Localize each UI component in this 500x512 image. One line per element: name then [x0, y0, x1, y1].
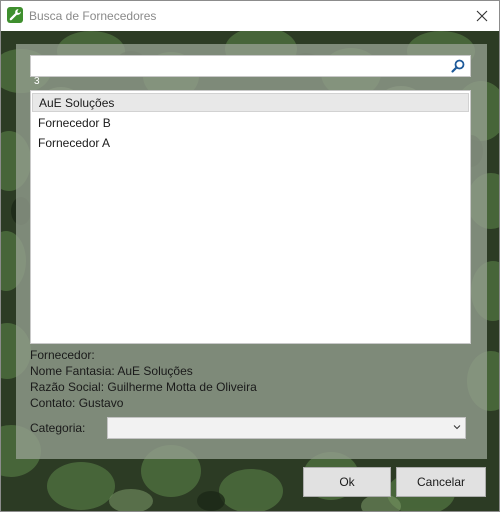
search-icon[interactable] [450, 58, 466, 74]
wrench-icon [7, 7, 23, 23]
supplier-search-window: Busca de Fornecedores 3 AuE Soluções For… [0, 0, 500, 512]
list-item-label: Fornecedor A [38, 136, 111, 150]
categoria-label: Categoria: [30, 421, 86, 435]
list-item[interactable]: AuE Soluções [32, 93, 469, 112]
list-item[interactable]: Fornecedor B [32, 114, 469, 133]
razao-social-text: Razão Social: Guilherme Motta de Oliveir… [30, 380, 257, 394]
close-button[interactable] [467, 1, 499, 31]
title-bar: Busca de Fornecedores [1, 1, 499, 31]
details-header: Fornecedor: [30, 348, 95, 362]
chevron-down-icon [453, 423, 461, 431]
list-item-label: AuE Soluções [39, 96, 115, 110]
cancel-button[interactable]: Cancelar [396, 467, 486, 497]
nome-fantasia-text: Nome Fantasia: AuE Soluções [30, 364, 193, 378]
search-box[interactable] [30, 55, 471, 77]
categoria-select[interactable] [107, 417, 466, 439]
search-input[interactable] [31, 56, 443, 76]
results-count: 3 [34, 76, 40, 87]
contato-text: Contato: Gustavo [30, 396, 124, 410]
ok-button[interactable]: Ok [303, 467, 391, 497]
list-item-label: Fornecedor B [38, 116, 111, 130]
list-item[interactable]: Fornecedor A [32, 134, 469, 153]
results-list[interactable]: AuE Soluções Fornecedor B Fornecedor A [30, 90, 471, 344]
window-title: Busca de Fornecedores [29, 9, 157, 23]
close-icon [476, 10, 488, 22]
